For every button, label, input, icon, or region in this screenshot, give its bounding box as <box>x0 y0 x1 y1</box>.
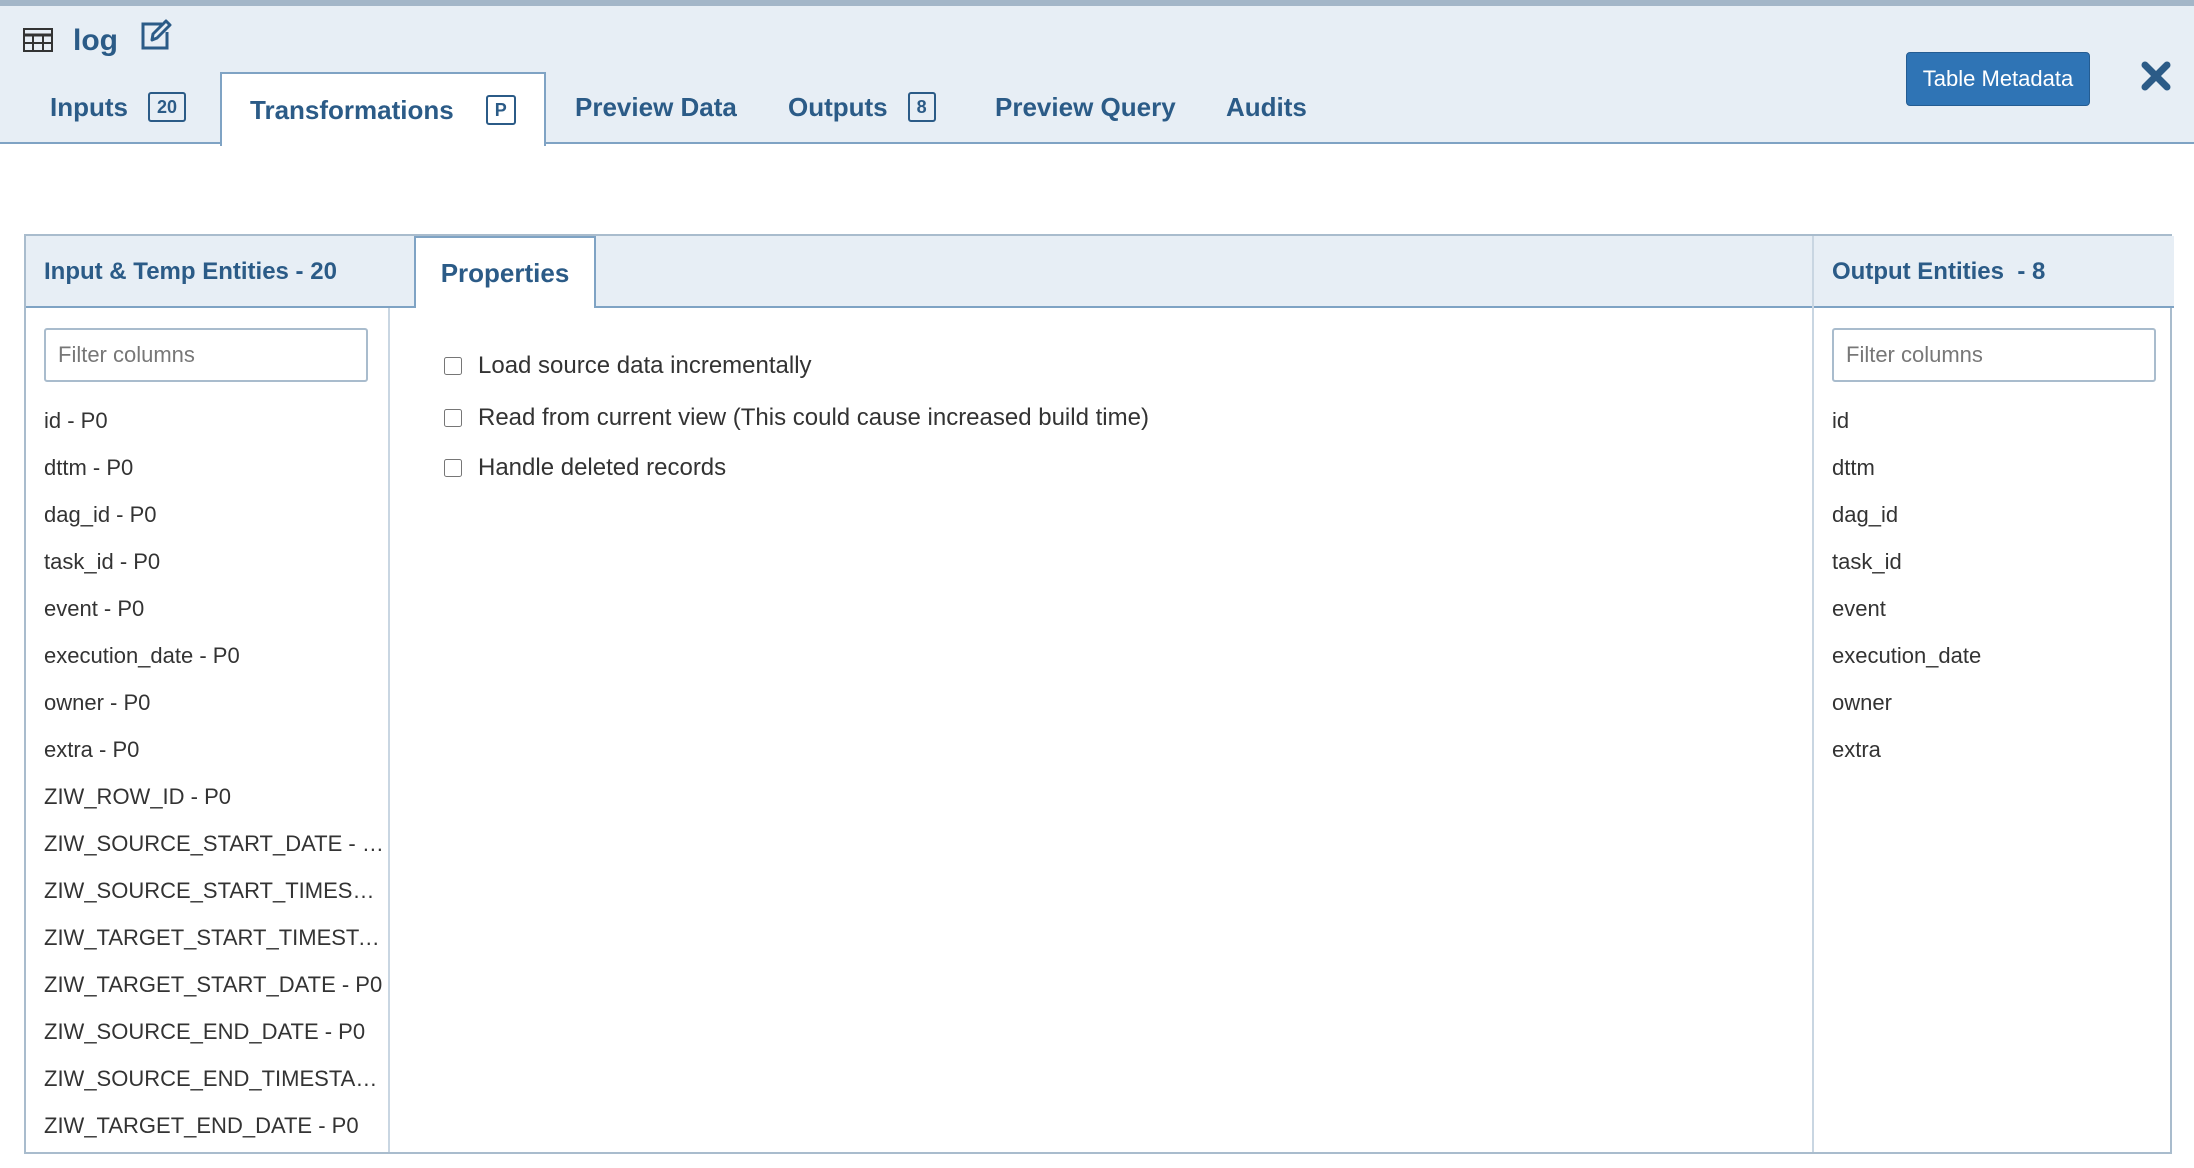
tab-transformations-label: Transformations <box>250 94 454 125</box>
tab-preview-query-label: Preview Query <box>995 91 1176 122</box>
list-item[interactable]: owner - P0 <box>44 690 388 737</box>
list-item[interactable]: dag_id <box>1832 502 2174 549</box>
tab-audits[interactable]: Audits <box>1226 72 1307 142</box>
input-entities-list: id - P0 dttm - P0 dag_id - P0 task_id - … <box>44 408 388 1138</box>
read-current-view-label: Read from current view (This could cause… <box>478 404 1149 431</box>
list-item[interactable]: extra - P0 <box>44 737 388 784</box>
close-x-icon[interactable] <box>2141 61 2171 91</box>
list-item[interactable]: task_id <box>1832 549 2174 596</box>
input-entities-title: Input & Temp Entities - 20 <box>44 258 337 285</box>
list-item[interactable]: ZIW_SOURCE_START_DATE - P0 <box>44 831 388 878</box>
output-entities-column: Output Entities - 8 id dttm dag_id task_… <box>1812 236 2174 1152</box>
tab-inputs-badge: 20 <box>148 92 187 122</box>
tab-inputs-label: Inputs <box>50 91 128 122</box>
list-item[interactable]: dag_id - P0 <box>44 502 388 549</box>
list-item[interactable]: ZIW_ROW_ID - P0 <box>44 784 388 831</box>
tab-transformations[interactable]: Transformations P <box>220 72 546 146</box>
read-current-view-option[interactable]: Read from current view (This could cause… <box>444 404 1149 432</box>
properties-header: Properties <box>388 236 1812 308</box>
tab-preview-data-label: Preview Data <box>575 91 737 122</box>
list-item[interactable]: event - P0 <box>44 596 388 643</box>
load-incrementally-option[interactable]: Load source data incrementally <box>444 352 812 380</box>
table-metadata-button[interactable]: Table Metadata <box>1906 52 2090 106</box>
list-item[interactable]: owner <box>1832 690 2174 737</box>
tab-preview-data[interactable]: Preview Data <box>575 72 737 142</box>
handle-deleted-option[interactable]: Handle deleted records <box>444 454 726 482</box>
list-item[interactable]: id <box>1832 408 2174 455</box>
tab-outputs-badge: 8 <box>907 92 936 122</box>
list-item[interactable]: dttm - P0 <box>44 455 388 502</box>
input-filter-field[interactable] <box>44 328 368 382</box>
tab-properties[interactable]: Properties <box>414 236 596 308</box>
list-item[interactable]: execution_date <box>1832 643 2174 690</box>
properties-column: Properties Load source data incrementall… <box>388 236 1812 1152</box>
load-incrementally-checkbox[interactable] <box>444 357 462 375</box>
list-item[interactable]: ZIW_SOURCE_END_DATE - P0 <box>44 1019 388 1066</box>
tab-audits-label: Audits <box>1226 91 1307 122</box>
input-entities-header: Input & Temp Entities - 20 <box>26 236 388 308</box>
list-item[interactable]: extra <box>1832 737 2174 784</box>
list-item[interactable]: id - P0 <box>44 408 388 455</box>
edit-pencil-icon[interactable] <box>138 18 172 52</box>
table-grid-icon <box>23 28 53 52</box>
list-item[interactable]: execution_date - P0 <box>44 643 388 690</box>
list-item[interactable]: ZIW_TARGET_START_DATE - P0 <box>44 972 388 1019</box>
output-entities-list: id dttm dag_id task_id event execution_d… <box>1832 408 2174 1138</box>
handle-deleted-checkbox[interactable] <box>444 459 462 477</box>
tab-inputs[interactable]: Inputs 20 <box>50 72 187 142</box>
list-item[interactable]: task_id - P0 <box>44 549 388 596</box>
list-item[interactable]: ZIW_SOURCE_START_TIMESTAMP - P0 <box>44 878 388 925</box>
list-item[interactable]: ZIW_SOURCE_END_TIMESTAMP - P0 <box>44 1066 388 1113</box>
tab-outputs[interactable]: Outputs 8 <box>788 72 936 142</box>
list-item[interactable]: ZIW_TARGET_END_DATE - P0 <box>44 1113 388 1138</box>
input-entities-column: Input & Temp Entities - 20 id - P0 dttm … <box>26 236 390 1152</box>
tab-transformations-badge: P <box>485 95 516 125</box>
load-incrementally-label: Load source data incrementally <box>478 352 812 379</box>
output-filter-field[interactable] <box>1832 328 2156 382</box>
tab-preview-query[interactable]: Preview Query <box>995 72 1176 142</box>
transformations-panel: Input & Temp Entities - 20 id - P0 dttm … <box>24 234 2174 1154</box>
output-entities-title: Output Entities - 8 <box>1832 258 2046 285</box>
list-item[interactable]: event <box>1832 596 2174 643</box>
header-bar: log Inputs 20 Transformations P Preview … <box>0 6 2194 146</box>
read-current-view-checkbox[interactable] <box>444 409 462 427</box>
handle-deleted-label: Handle deleted records <box>478 454 727 481</box>
page-title: log <box>73 24 118 57</box>
list-item[interactable]: ZIW_TARGET_START_TIMESTAMP - P0 <box>44 925 388 972</box>
tab-outputs-label: Outputs <box>788 91 888 122</box>
output-entities-header: Output Entities - 8 <box>1814 236 2174 308</box>
list-item[interactable]: dttm <box>1832 455 2174 502</box>
